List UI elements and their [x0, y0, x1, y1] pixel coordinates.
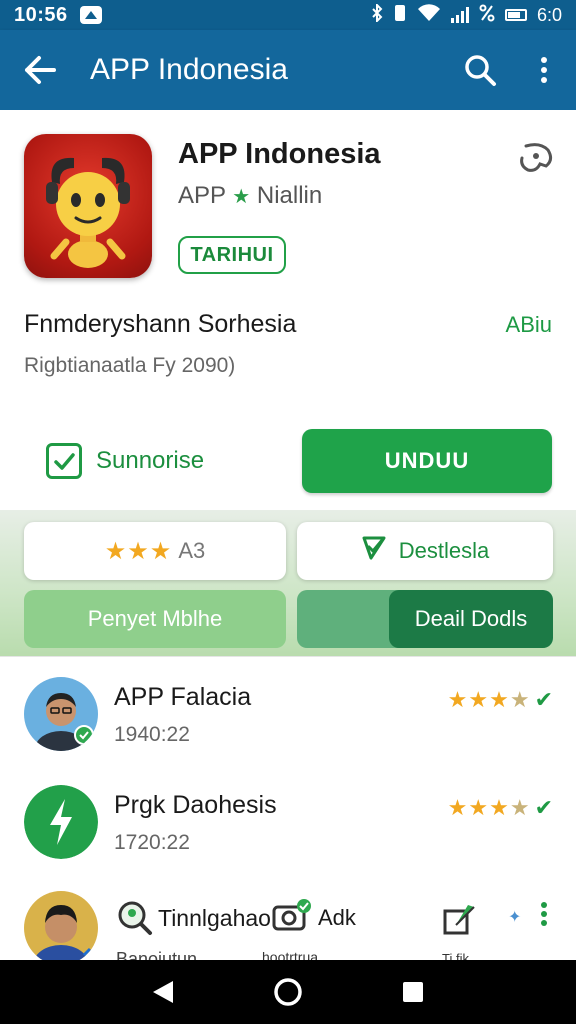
- tab-left-segment[interactable]: Penyet Mblhe: [24, 590, 286, 648]
- check-icon: ✔: [534, 795, 554, 820]
- status-bar: 10:56 6:0: [0, 0, 576, 30]
- nav-back-icon: [152, 981, 173, 1003]
- review-rating: ★★★★ ✔: [447, 795, 554, 820]
- description-meta: Rigbtianaatla Fy 2090): [24, 354, 236, 377]
- nav-back-button[interactable]: [138, 967, 188, 1017]
- list-item[interactable]: Tinnlgahao Adk ✦ Banoiutun hootrtrua Ti …: [0, 877, 576, 969]
- list-item[interactable]: APP Falacia 1940:22 ★★★★ ✔: [0, 657, 576, 765]
- battery-icon: [504, 9, 527, 21]
- app-title: APP Indonesia: [178, 138, 381, 170]
- back-button[interactable]: [0, 30, 80, 110]
- app-header: APP Indonesia APP ★ Niallin TARIHUI Fnmd…: [0, 110, 576, 510]
- rating-chip-label: A3: [178, 538, 206, 563]
- download-button[interactable]: UNDUU: [302, 429, 552, 493]
- destination-chip[interactable]: Destlesla: [297, 522, 553, 580]
- app-bar-actions: [448, 30, 576, 110]
- battery-text: 6:0: [536, 4, 562, 25]
- signal-icon: [450, 7, 469, 23]
- more-options-button[interactable]: [512, 30, 576, 110]
- nav-home-icon: [274, 978, 302, 1006]
- developer-name: APP: [178, 182, 226, 209]
- tab-active[interactable]: Deail Dodls: [389, 590, 553, 648]
- description-side-link[interactable]: ABiu: [506, 312, 552, 338]
- camera-icon: [272, 899, 312, 940]
- edit-icon[interactable]: [442, 901, 478, 942]
- app-developer[interactable]: APP ★ Niallin: [178, 182, 322, 210]
- tabs-area: ★★★ A3 Destlesla Penyet Mblhe Deail Dodl…: [0, 510, 576, 656]
- more-vert-icon[interactable]: [540, 901, 548, 932]
- review-rating: ★★★★ ✔: [447, 687, 554, 712]
- bird-icon: ✦: [508, 909, 522, 926]
- back-arrow-icon: [25, 56, 56, 84]
- review-list: APP Falacia 1940:22 ★★★★ ✔ Prgk Daohesis …: [0, 656, 576, 969]
- bottom-text-b: Adk: [318, 905, 356, 930]
- search-button[interactable]: [448, 30, 512, 110]
- check-icon: ✔: [534, 687, 554, 712]
- app-bar-title: APP Indonesia: [90, 53, 288, 86]
- review-meta: 1940:22: [114, 723, 190, 746]
- avatar: [24, 785, 98, 859]
- share-icon: [520, 143, 553, 172]
- nav-recents-icon: [403, 982, 424, 1002]
- notification-icon: [79, 6, 102, 24]
- subscribe-label: Sunnorise: [96, 447, 205, 474]
- vibrate-icon: [393, 4, 407, 27]
- share-button[interactable]: [518, 140, 554, 176]
- review-meta: 1720:22: [114, 831, 190, 854]
- status-time: 10:56: [14, 3, 68, 26]
- rating-stars-icon: ★★★: [104, 537, 173, 565]
- reviewer-name: Prgk Daohesis: [114, 791, 277, 819]
- list-item[interactable]: Prgk Daohesis 1720:22 ★★★★ ✔: [0, 765, 576, 873]
- star-icon: ★: [232, 186, 251, 208]
- flag-check-icon: [361, 535, 387, 567]
- description-title: Fnmderyshann Sorhesia: [24, 310, 297, 338]
- search-icon: [114, 897, 154, 942]
- checkbox-icon: [46, 443, 82, 479]
- subscribe-button[interactable]: Sunnorise: [24, 430, 284, 492]
- system-nav-bar: [0, 960, 576, 1024]
- more-vert-icon: [541, 57, 547, 83]
- wifi-icon: [417, 3, 441, 27]
- destination-chip-label: Destlesla: [398, 538, 490, 563]
- developer-suffix: Niallin: [256, 182, 323, 209]
- app-bar: APP Indonesia: [0, 30, 576, 110]
- app-icon: [24, 134, 152, 278]
- percent-icon: [479, 4, 495, 27]
- avatar: [24, 891, 98, 965]
- bottom-text-a: Tinnlgahao: [158, 905, 271, 931]
- search-icon: [465, 55, 496, 86]
- bluetooth-icon: [371, 2, 383, 27]
- nav-recents-button[interactable]: [388, 967, 438, 1017]
- nav-home-button[interactable]: [263, 967, 313, 1017]
- mascot-icon: [46, 157, 130, 268]
- rating-chip[interactable]: ★★★ A3: [24, 522, 286, 580]
- reviewer-name: APP Falacia: [114, 683, 252, 711]
- tab-right-segment[interactable]: Deail Dodls: [297, 590, 553, 648]
- category-tag[interactable]: TARIHUI: [178, 236, 286, 274]
- avatar: [24, 677, 98, 751]
- status-icons: 6:0: [371, 2, 562, 27]
